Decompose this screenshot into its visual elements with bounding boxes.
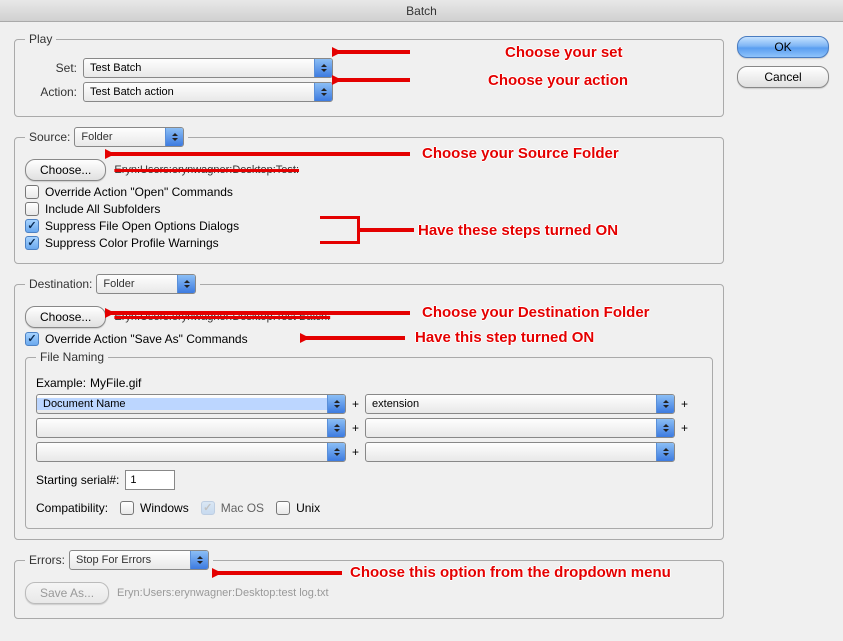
dest-path: Eryn:Users:erynwagner:Desktop:Test Batch…: [114, 311, 330, 323]
chevron-updown-icon: [656, 395, 674, 413]
compatibility-label: Compatibility:: [36, 501, 108, 515]
naming-slot-4[interactable]: [365, 418, 675, 438]
file-naming-group: File Naming Example: MyFile.gif Document…: [25, 350, 713, 529]
suppress-color-row[interactable]: Suppress Color Profile Warnings: [25, 236, 713, 250]
example-value: MyFile.gif: [90, 376, 141, 390]
ok-button[interactable]: OK: [737, 36, 829, 58]
checkbox-checked-icon: [25, 236, 39, 250]
set-select[interactable]: Test Batch: [83, 58, 333, 78]
source-select[interactable]: Folder: [74, 127, 184, 147]
plus-icon: +: [350, 421, 361, 435]
naming-slot-6[interactable]: [365, 442, 675, 462]
chevron-updown-icon: [327, 419, 345, 437]
destination-group: Destination: Folder Choose... Eryn:Users…: [14, 274, 724, 540]
naming-slot-3[interactable]: [36, 418, 346, 438]
checkbox-icon: [276, 501, 290, 515]
play-group: Play Set: Test Batch Action: Test Batch …: [14, 32, 724, 117]
override-open-row[interactable]: Override Action "Open" Commands: [25, 185, 713, 199]
checkbox-icon: [25, 185, 39, 199]
choose-dest-button[interactable]: Choose...: [25, 306, 106, 328]
override-save-row[interactable]: Override Action "Save As" Commands: [25, 332, 713, 346]
suppress-open-row[interactable]: Suppress File Open Options Dialogs: [25, 219, 713, 233]
window-titlebar: Batch: [0, 0, 843, 22]
checkbox-checked-icon: [25, 332, 39, 346]
source-path: Eryn:Users:erynwagner:Desktop:Test:: [114, 164, 299, 176]
compat-windows[interactable]: Windows: [120, 501, 189, 515]
naming-slot-1[interactable]: Document Name: [36, 394, 346, 414]
checkbox-icon: [25, 202, 39, 216]
chevron-updown-icon: [314, 83, 332, 101]
chevron-updown-icon: [656, 443, 674, 461]
plus-icon: +: [679, 421, 690, 435]
set-label: Set:: [25, 61, 83, 75]
naming-slot-5[interactable]: [36, 442, 346, 462]
action-select[interactable]: Test Batch action: [83, 82, 333, 102]
chevron-updown-icon: [314, 59, 332, 77]
compat-mac: Mac OS: [201, 501, 264, 515]
naming-slot-2[interactable]: extension: [365, 394, 675, 414]
errors-select[interactable]: Stop For Errors: [69, 550, 209, 570]
starting-serial-label: Starting serial#:: [36, 473, 119, 487]
plus-icon: +: [350, 397, 361, 411]
chevron-updown-icon: [656, 419, 674, 437]
chevron-updown-icon: [190, 551, 208, 569]
include-subfolders-row[interactable]: Include All Subfolders: [25, 202, 713, 216]
errors-label: Errors:: [29, 553, 65, 567]
plus-icon: +: [350, 445, 361, 459]
destination-label: Destination:: [29, 277, 92, 291]
checkbox-checked-icon: [25, 219, 39, 233]
choose-source-button[interactable]: Choose...: [25, 159, 106, 181]
action-label: Action:: [25, 85, 83, 99]
compat-unix[interactable]: Unix: [276, 501, 320, 515]
chevron-updown-icon: [327, 395, 345, 413]
checkbox-icon: [120, 501, 134, 515]
play-legend: Play: [25, 32, 56, 46]
starting-serial-input[interactable]: [125, 470, 175, 490]
plus-icon: +: [679, 397, 690, 411]
errors-group: Errors: Stop For Errors Save As... Eryn:…: [14, 550, 724, 619]
file-naming-legend: File Naming: [36, 350, 108, 364]
error-log-path: Eryn:Users:erynwagner:Desktop:test log.t…: [117, 587, 329, 599]
source-group: Source: Folder Choose... Eryn:Users:eryn…: [14, 127, 724, 264]
chevron-updown-icon: [165, 128, 183, 146]
window-title: Batch: [406, 4, 437, 18]
source-label: Source:: [29, 130, 70, 144]
chevron-updown-icon: [177, 275, 195, 293]
example-label: Example:: [36, 376, 86, 390]
cancel-button[interactable]: Cancel: [737, 66, 829, 88]
checkbox-checked-icon: [201, 501, 215, 515]
destination-select[interactable]: Folder: [96, 274, 196, 294]
chevron-updown-icon: [327, 443, 345, 461]
save-as-button: Save As...: [25, 582, 109, 604]
